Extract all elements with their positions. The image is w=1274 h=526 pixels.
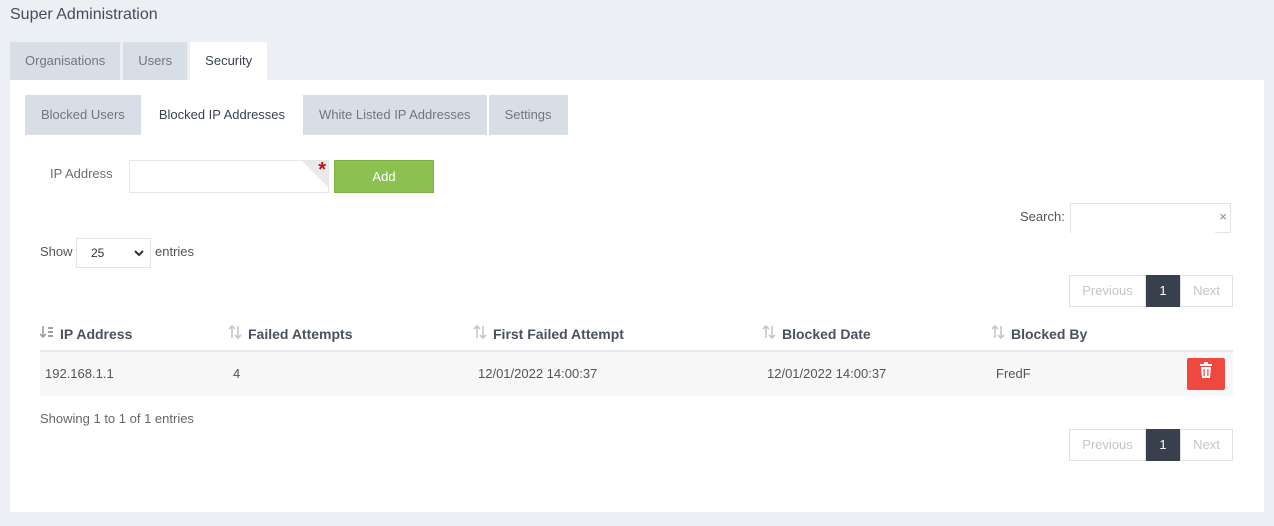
main-tabs: Organisations Users Security: [10, 42, 268, 81]
next-page-button[interactable]: Next: [1180, 275, 1233, 307]
tab-security[interactable]: Security: [190, 42, 268, 81]
security-panel: Blocked Users Blocked IP Addresses White…: [10, 80, 1264, 512]
column-label: Blocked Date: [782, 326, 871, 342]
column-blocked-by[interactable]: Blocked By: [991, 318, 1171, 350]
cell-blocked-by: FredF: [996, 366, 1031, 381]
sort-icon: [991, 319, 1005, 351]
search-input[interactable]: [1071, 204, 1215, 234]
sort-icon: [473, 319, 487, 351]
cell-failed-attempts: 4: [233, 366, 241, 381]
column-actions: [1171, 318, 1233, 350]
page-1-button[interactable]: 1: [1146, 429, 1180, 461]
show-label: Show: [40, 244, 73, 259]
column-label: Failed Attempts: [248, 326, 353, 342]
sort-icon: [228, 319, 242, 351]
search-field-wrap: ×: [1070, 203, 1231, 234]
ip-address-input[interactable]: [130, 161, 328, 192]
column-first-failed-attempt[interactable]: First Failed Attempt: [473, 318, 762, 350]
ip-address-field-wrap: *: [129, 159, 329, 193]
entries-per-page-select[interactable]: 25: [76, 238, 151, 268]
page-title: Super Administration: [10, 6, 158, 23]
tab-blocked-users[interactable]: Blocked Users: [25, 95, 141, 135]
pagination-bottom: Previous 1 Next: [1069, 429, 1233, 461]
column-label: IP Address: [60, 326, 133, 342]
pagination-top: Previous 1 Next: [1069, 275, 1233, 307]
column-label: Blocked By: [1011, 326, 1088, 342]
table-info: Showing 1 to 1 of 1 entries: [40, 411, 194, 426]
blocked-ip-table: IP Address Failed Attempts First Failed …: [39, 318, 1233, 396]
table-header: IP Address Failed Attempts First Failed …: [39, 318, 1233, 352]
trash-icon: [1199, 352, 1213, 396]
delete-button[interactable]: [1187, 358, 1225, 390]
search-label: Search:: [1020, 209, 1065, 224]
sort-ascending-icon: [39, 319, 54, 351]
security-tabs: Blocked Users Blocked IP Addresses White…: [25, 95, 568, 135]
cell-actions: [1171, 352, 1233, 396]
sort-icon: [762, 319, 776, 351]
column-ip-address[interactable]: IP Address: [39, 318, 228, 351]
add-button[interactable]: Add: [334, 160, 434, 193]
next-page-button[interactable]: Next: [1180, 429, 1233, 461]
cell-ip-address: 192.168.1.1: [45, 366, 114, 381]
ip-address-label: IP Address: [50, 166, 113, 181]
column-label: First Failed Attempt: [493, 326, 624, 342]
tab-white-listed-ip-addresses[interactable]: White Listed IP Addresses: [303, 95, 487, 135]
tab-blocked-ip-addresses[interactable]: Blocked IP Addresses: [142, 95, 302, 135]
entries-per-page-value: 25: [91, 246, 105, 260]
required-icon: *: [318, 159, 326, 181]
tab-organisations[interactable]: Organisations: [10, 42, 121, 80]
previous-page-button[interactable]: Previous: [1069, 275, 1146, 307]
column-blocked-date[interactable]: Blocked Date: [762, 318, 991, 350]
tab-users[interactable]: Users: [123, 42, 188, 80]
cell-first-failed-attempt: 12/01/2022 14:00:37: [478, 366, 598, 381]
cell-blocked-date: 12/01/2022 14:00:37: [767, 366, 887, 381]
table-row: 192.168.1.1 4 12/01/2022 14:00:37 12/01/…: [40, 352, 1233, 396]
column-failed-attempts[interactable]: Failed Attempts: [228, 318, 473, 350]
chevron-down-icon: [134, 239, 144, 278]
clear-search-icon[interactable]: ×: [1219, 209, 1227, 224]
entries-label: entries: [155, 244, 195, 259]
previous-page-button[interactable]: Previous: [1069, 429, 1146, 461]
tab-settings[interactable]: Settings: [488, 95, 568, 135]
page-1-button[interactable]: 1: [1146, 275, 1180, 307]
